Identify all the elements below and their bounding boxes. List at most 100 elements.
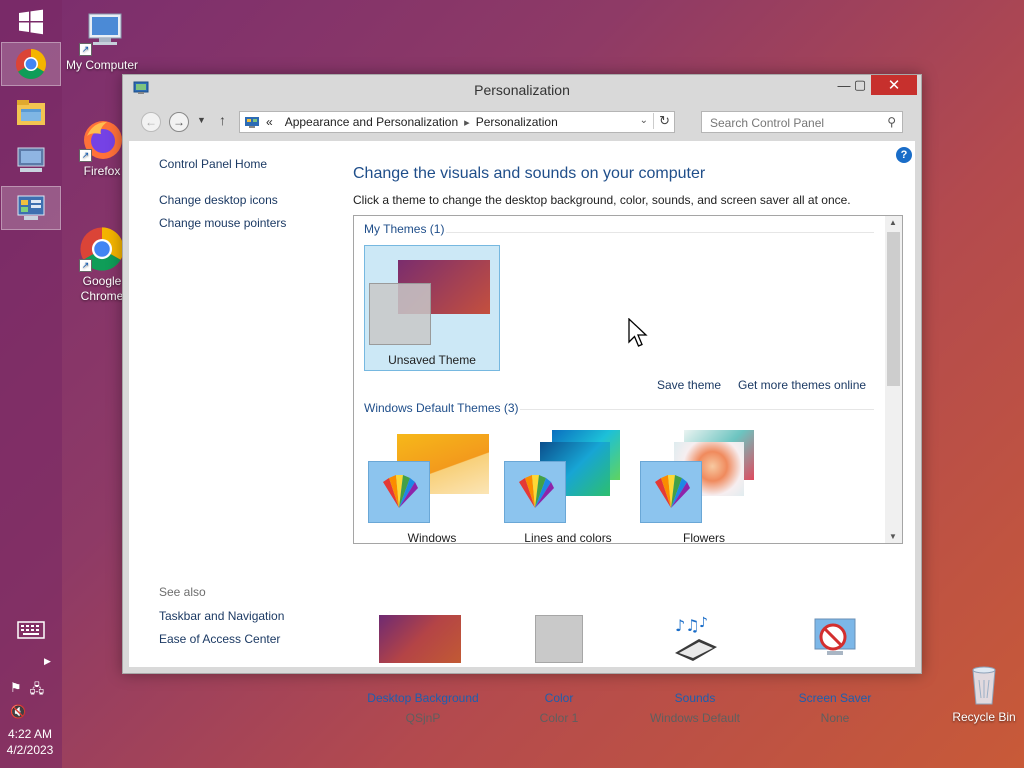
breadcrumb[interactable]: « Appearance and Personalization ▸ Perso… [239,111,675,133]
back-arrow-icon: ← [145,115,157,129]
theme-tile-flowers[interactable]: Flowers [636,424,772,544]
volume-muted-icon[interactable]: 🔇 [10,704,26,720]
my-themes-heading: My Themes (1) [364,222,445,236]
sounds-label: Sounds [674,691,716,705]
desktop-background-value: QSjnP [405,711,441,725]
color-swatch [535,615,583,663]
color-palette-icon [640,461,702,523]
taskbar-clock[interactable]: 4:22 AM 4/2/2023 [0,726,60,758]
desktop-icon-my-computer[interactable]: ↗ My Computer [62,10,142,73]
clock-time: 4:22 AM [7,727,53,741]
color-palette-icon [504,461,566,523]
refresh-icon[interactable]: ↻ [653,113,670,129]
shortcut-arrow-icon: ↗ [79,259,92,272]
breadcrumb-personalization[interactable]: Personalization [476,115,558,129]
shortcut-arrow-icon: ↗ [79,43,92,56]
svg-text:♪♫: ♪♫ [675,616,700,635]
desktop-icon-label: My Computer [65,58,139,72]
scroll-down-chevron-icon[interactable]: ▼ [889,532,897,541]
svg-text:♪: ♪ [699,615,708,631]
group-divider [446,232,874,233]
window-title: Personalization [474,82,570,98]
save-theme-link[interactable]: Save theme [657,378,721,392]
windows-logo-icon [19,9,43,35]
help-icon[interactable]: ? [896,147,912,163]
theme-name: Windows [407,531,457,544]
screen-saver-label: Screen Saver [798,691,872,705]
scroll-up-chevron-icon[interactable]: ▲ [889,218,897,227]
system-tray: ⚑ 🖧 [10,680,44,702]
forward-arrow-icon: → [173,115,185,129]
start-button[interactable] [1,0,61,44]
taskbar-control-panel-button[interactable] [1,186,61,230]
color-label: Color [544,691,574,705]
change-desktop-icons-link[interactable]: Change desktop icons [159,193,278,207]
up-level-button[interactable]: ↑ [219,112,226,128]
scroll-thumb[interactable] [887,232,900,386]
address-bar: ← → ▼ ↑ « Appearance and Personalization… [131,109,913,135]
mouse-cursor-icon [628,318,648,347]
content-area: Control Panel Home Change desktop icons … [129,141,915,725]
control-panel-home-link[interactable]: Control Panel Home [159,157,267,171]
taskbar-navigation-link[interactable]: Taskbar and Navigation [159,609,284,623]
screen-saver-icon [809,613,861,666]
forward-button[interactable]: → [169,112,189,132]
default-themes-heading: Windows Default Themes (3) [364,401,519,415]
color-palette-icon [368,461,430,523]
desktop-icon-label: Recycle Bin [952,710,1016,724]
theme-tile-unsaved[interactable]: Unsaved Theme [364,245,500,371]
sounds-icon: ♪♫ ♪ [669,613,721,666]
touch-keyboard-button[interactable] [1,612,61,648]
theme-name: Lines and colors [524,531,612,544]
breadcrumb-overflow[interactable]: « [266,115,273,129]
shortcut-arrow-icon: ↗ [79,149,92,162]
show-hidden-icons-chevron-icon[interactable]: ▶ [44,656,51,667]
close-button[interactable]: ✕ [871,75,917,95]
breadcrumb-separator-icon[interactable]: ▸ [464,116,470,129]
control-panel-icon [17,195,45,220]
color-value: Color 1 [539,711,579,725]
window-titlebar[interactable]: Personalization — ▢ ✕ [123,75,921,103]
action-center-flag-icon[interactable]: ⚑ [10,680,22,702]
taskbar-chrome-button[interactable] [1,42,61,86]
theme-name: Flowers [682,531,725,544]
themes-scrollbar[interactable]: ▲ ▼ [885,216,902,543]
keyboard-icon [17,621,45,639]
network-icon[interactable]: 🖧 [30,680,45,702]
theme-name: Unsaved Theme [388,353,476,367]
taskbar-remote-desktop-button[interactable] [1,138,61,182]
taskbar: ▶ ⚑ 🖧 🔇 4:22 AM 4/2/2023 [0,0,62,768]
close-icon: ✕ [887,77,901,94]
back-button[interactable]: ← [141,112,161,132]
control-panel-icon [245,116,259,128]
search-icon[interactable]: ⚲ [887,115,896,129]
recent-locations-chevron-icon[interactable]: ▼ [197,115,206,125]
screen-saver-value: None [820,711,850,725]
theme-tile-lines-and-colors[interactable]: Lines and colors [500,424,636,544]
maximize-icon: ▢ [853,77,867,92]
themes-list: My Themes (1) Unsaved Theme Save theme G… [353,215,903,544]
up-arrow-icon: ↑ [219,112,226,128]
search-input[interactable]: Search Control Panel ⚲ [701,111,903,133]
page-subtitle: Click a theme to change the desktop back… [353,193,851,207]
get-more-themes-link[interactable]: Get more themes online [738,378,866,392]
ease-of-access-link[interactable]: Ease of Access Center [159,632,280,646]
monitor-icon [17,147,45,172]
page-title: Change the visuals and sounds on your co… [353,165,706,182]
desktop-background-thumbnail [379,615,461,663]
see-also-heading: See also [159,585,206,599]
theme-tile-windows[interactable]: Windows [364,424,500,544]
search-placeholder: Search Control Panel [710,116,825,130]
breadcrumb-appearance[interactable]: Appearance and Personalization [285,115,458,129]
theme-color-preview [369,283,431,345]
desktop-background-label: Desktop Background [367,691,479,705]
address-history-chevron-icon[interactable]: ⌄ [640,115,648,126]
taskbar-file-explorer-button[interactable] [1,90,61,134]
desktop-icon-recycle-bin[interactable]: Recycle Bin [944,662,1024,725]
sounds-value: Windows Default [649,711,741,725]
file-explorer-icon [17,100,45,125]
personalization-window: Personalization — ▢ ✕ ← → ▼ ↑ « Appearan… [122,74,922,725]
chrome-icon [15,48,47,80]
clock-date: 4/2/2023 [6,743,54,757]
change-mouse-pointers-link[interactable]: Change mouse pointers [159,216,286,230]
